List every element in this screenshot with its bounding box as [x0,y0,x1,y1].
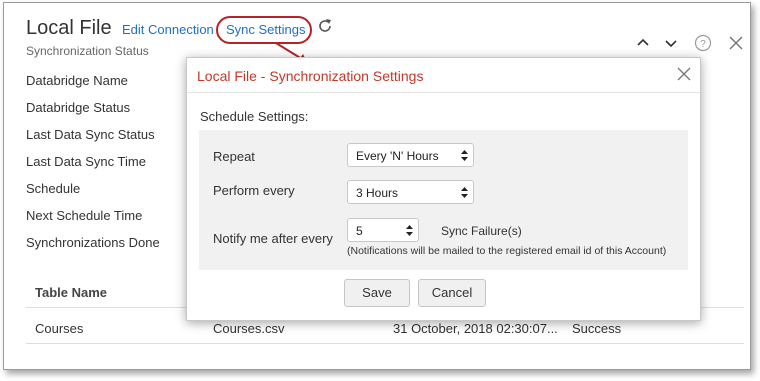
table-cell-time: 31 October, 2018 02:30:07... [393,321,558,336]
table-cell-status: Success [572,321,622,336]
repeat-select[interactable]: Every 'N' Hours [347,143,474,167]
last-sync-status-label: Last Data Sync Status [26,127,155,142]
close-icon[interactable] [727,34,745,52]
next-schedule-time-label: Next Schedule Time [26,208,143,223]
perform-every-value: 3 Hours [356,186,399,200]
chevron-up-icon[interactable] [634,34,652,52]
repeat-label: Repeat [213,149,255,164]
refresh-icon[interactable] [317,18,333,34]
notify-count-value: 5 [356,224,363,238]
notification-note: (Notifications will be mailed to the reg… [347,245,667,257]
edit-connection-link[interactable]: Edit Connection [122,22,214,37]
last-sync-time-label: Last Data Sync Time [26,154,146,169]
cancel-button[interactable]: Cancel [418,279,486,307]
databridge-status-label: Databridge Status [26,100,131,115]
select-arrows-icon [461,187,468,198]
sync-failure-label: Sync Failure(s) [441,224,522,238]
synchronizations-done-label: Synchronizations Done [26,235,160,250]
page-title: Local File [26,17,112,39]
table-name-header: Table Name [35,285,108,300]
svg-text:?: ? [700,39,706,50]
dialog-title: Local File - Synchronization Settings [197,68,424,84]
table-bottom-divider [26,343,744,344]
chevron-down-icon[interactable] [662,34,680,52]
perform-every-select[interactable]: 3 Hours [347,180,474,204]
close-icon[interactable] [676,66,692,82]
select-arrows-icon [461,150,468,161]
schedule-panel: Repeat Every 'N' Hours Perform every 3 H… [199,130,688,270]
databridge-name-label: Databridge Name [26,73,128,88]
save-button[interactable]: Save [344,279,410,307]
help-icon[interactable]: ? [694,34,712,52]
table-cell-file: Courses.csv [213,321,285,336]
sync-settings-dialog: Local File - Synchronization Settings Sc… [186,57,701,321]
notify-count-select[interactable]: 5 [347,218,419,242]
page-subtitle: Synchronization Status [26,44,149,58]
notify-label: Notify me after every [213,231,333,246]
dialog-divider [187,92,700,93]
table-cell-name: Courses [35,321,84,336]
highlight-oval [216,16,312,44]
repeat-select-value: Every 'N' Hours [356,149,439,163]
schedule-label: Schedule [26,181,81,196]
schedule-settings-label: Schedule Settings: [200,109,309,124]
select-arrows-icon [406,225,413,236]
perform-every-label: Perform every [213,183,295,198]
